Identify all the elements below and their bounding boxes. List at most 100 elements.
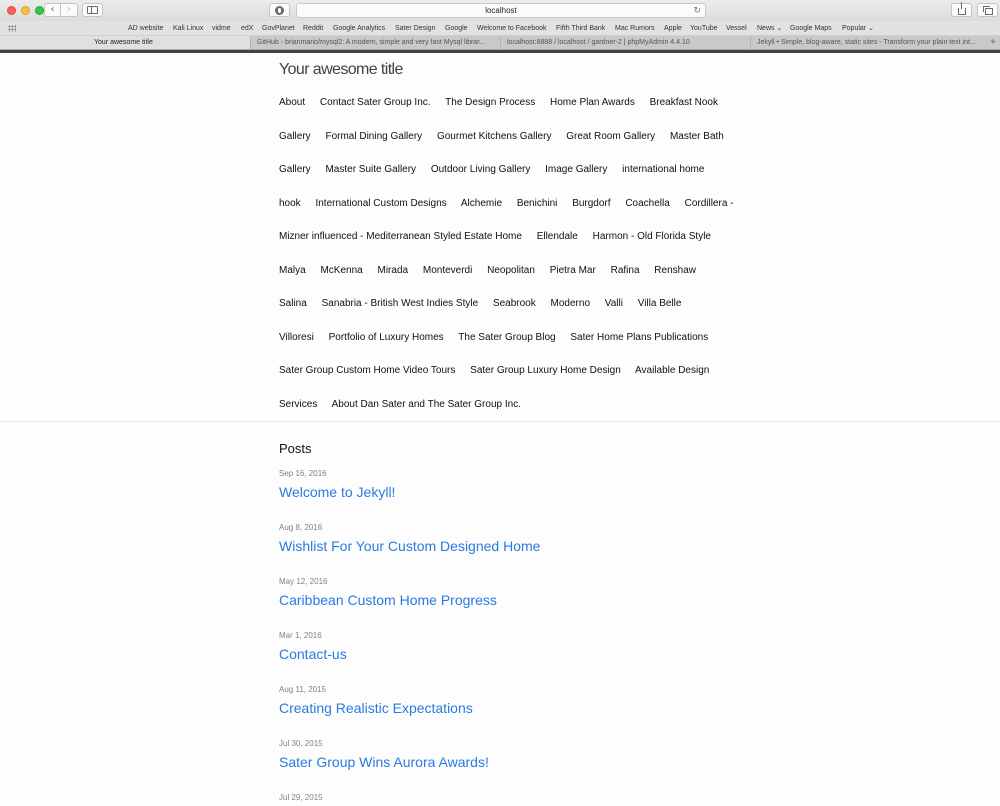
tab-your-awesome-title[interactable]: Your awesome title: [0, 36, 250, 49]
nav-link[interactable]: Ellendale: [537, 231, 578, 242]
bookmark-item[interactable]: Welcome to Facebook: [477, 22, 547, 35]
site-nav: About Contact Sater Group Inc. The Desig…: [279, 86, 739, 421]
post-title-link[interactable]: Sater Group Wins Aurora Awards!: [279, 752, 739, 772]
nav-link[interactable]: Mirada: [378, 265, 409, 276]
close-window-button[interactable]: [7, 6, 16, 15]
post-date: Aug 8, 2016: [279, 523, 323, 532]
nav-link[interactable]: Monteverdi: [423, 265, 472, 276]
site-title-link[interactable]: Your awesome title: [279, 61, 403, 79]
reload-icon[interactable]: ↻: [693, 5, 701, 18]
show-all-tabs-button[interactable]: [977, 3, 998, 17]
nav-link[interactable]: Great Room Gallery: [566, 131, 655, 142]
nav-link[interactable]: Master Suite Gallery: [325, 164, 416, 175]
bookmark-item[interactable]: Google Analytics: [333, 22, 385, 35]
privacy-button[interactable]: [269, 3, 290, 17]
post-title-link[interactable]: Wishlist For Your Custom Designed Home: [279, 536, 739, 556]
nav-link[interactable]: Contact Sater Group Inc.: [320, 97, 431, 108]
nav-link[interactable]: Formal Dining Gallery: [325, 131, 422, 142]
nav-link[interactable]: Outdoor Living Gallery: [431, 164, 531, 175]
nav-link[interactable]: Portfolio of Luxury Homes: [329, 332, 444, 343]
nav-link[interactable]: Rafina: [611, 265, 640, 276]
post-title-link[interactable]: Contact-us: [279, 644, 739, 664]
nav-link[interactable]: Seabrook: [493, 298, 536, 309]
nav-link[interactable]: Villoresi: [279, 332, 314, 343]
browser-toolbar: ‹ › localhost ↻: [0, 0, 1000, 21]
nav-link[interactable]: Burgdorf: [572, 198, 610, 209]
nav-link[interactable]: Salina: [279, 298, 307, 309]
zoom-window-button[interactable]: [35, 6, 44, 15]
bookmark-item[interactable]: Apple: [664, 22, 682, 35]
back-button[interactable]: ‹: [44, 3, 61, 17]
nav-link[interactable]: Moderno: [551, 298, 590, 309]
nav-link[interactable]: Gourmet Kitchens Gallery: [437, 131, 552, 142]
post-list-item: Aug 8, 2016 Wishlist For Your Custom Des…: [279, 523, 739, 556]
bookmark-item[interactable]: GovPlanet: [262, 22, 295, 35]
bookmark-item[interactable]: AD website: [128, 22, 163, 35]
nav-link[interactable]: Home Plan Awards: [550, 97, 635, 108]
nav-link[interactable]: Villa Belle: [638, 298, 682, 309]
post-title-link[interactable]: Welcome to Jekyll!: [279, 482, 739, 502]
chevron-left-icon: ‹: [50, 4, 55, 15]
bookmark-item[interactable]: Vessel: [726, 22, 747, 35]
nav-link[interactable]: Benichini: [517, 198, 558, 209]
posts-heading: Posts: [279, 441, 312, 456]
post-list-item: Mar 1, 2016 Contact-us: [279, 631, 739, 664]
address-bar[interactable]: localhost ↻: [296, 3, 706, 18]
bookmark-item[interactable]: vidme: [212, 22, 231, 35]
nav-link[interactable]: International Custom Designs: [315, 198, 446, 209]
post-title-link[interactable]: Creating Realistic Expectations: [279, 698, 739, 718]
bookmarks-bar: AD website Kali Linux vidme edX GovPlane…: [0, 21, 1000, 36]
post-list-item: Sep 16, 2016 Welcome to Jekyll!: [279, 469, 739, 502]
nav-link[interactable]: Sater Group Luxury Home Design: [470, 365, 621, 376]
nav-link[interactable]: Coachella: [625, 198, 669, 209]
nav-link[interactable]: The Design Process: [445, 97, 535, 108]
nav-link[interactable]: Alchemie: [461, 198, 502, 209]
tab-phpmyadmin[interactable]: localhost:8888 / localhost / gardner-2 |…: [500, 36, 750, 49]
bookmark-item[interactable]: Google: [445, 22, 468, 35]
post-title-link[interactable]: Caribbean Custom Home Progress: [279, 590, 739, 610]
nav-link[interactable]: About Dan Sater and The Sater Group Inc.: [332, 399, 521, 410]
nav-link[interactable]: Image Gallery: [545, 164, 607, 175]
post-date: Jul 30, 2015: [279, 739, 323, 748]
nav-link[interactable]: Sanabria - British West Indies Style: [322, 298, 479, 309]
nav-link[interactable]: Neopolitan: [487, 265, 535, 276]
history-buttons: ‹ ›: [44, 3, 78, 17]
nav-link[interactable]: Valli: [605, 298, 623, 309]
bookmark-item[interactable]: Kali Linux: [173, 22, 203, 35]
bookmark-item[interactable]: Sater Design: [395, 22, 435, 35]
tab-jekyll[interactable]: Jekyll • Simple, blog-aware, static site…: [750, 36, 986, 49]
nav-link[interactable]: Renshaw: [654, 265, 696, 276]
nav-link[interactable]: Sater Home Plans Publications: [570, 332, 708, 343]
nav-link[interactable]: McKenna: [320, 265, 362, 276]
bookmark-item[interactable]: YouTube: [690, 22, 718, 35]
nav-link[interactable]: Harmon - Old Florida Style: [593, 231, 711, 242]
nav-link[interactable]: About: [279, 97, 305, 108]
bookmark-item[interactable]: Reddit: [303, 22, 323, 35]
nav-link[interactable]: Sater Group Custom Home Video Tours: [279, 365, 455, 376]
nav-link[interactable]: The Sater Group Blog: [458, 332, 555, 343]
top-sites-grid-icon[interactable]: [8, 25, 16, 32]
share-icon: [957, 1, 966, 15]
chevron-right-icon: ›: [67, 4, 71, 15]
post-date: May 12, 2016: [279, 577, 328, 586]
post-date: Sep 16, 2016: [279, 469, 327, 478]
nav-link[interactable]: Pietra Mar: [550, 265, 596, 276]
bookmark-folder-popular[interactable]: Popular ⌄: [842, 22, 874, 35]
bookmark-item[interactable]: edX: [241, 22, 253, 35]
bookmark-item[interactable]: Google Maps: [790, 22, 832, 35]
bookmark-item[interactable]: Mac Rumors: [615, 22, 655, 35]
share-button[interactable]: [951, 1, 972, 17]
privacy-icon: [275, 5, 284, 15]
minimize-window-button[interactable]: [21, 6, 30, 15]
post-list-item: Jul 30, 2015 Sater Group Wins Aurora Awa…: [279, 739, 739, 772]
bookmark-item[interactable]: Fifth Third Bank: [556, 22, 605, 35]
post-list-item: Aug 11, 2015 Creating Realistic Expectat…: [279, 685, 739, 718]
nav-link[interactable]: Malya: [279, 265, 306, 276]
bookmark-folder-news[interactable]: News ⌄: [757, 22, 782, 35]
tab-strip: Your awesome title GitHub - brianmario/m…: [0, 36, 1000, 50]
post-date: Jul 29, 2015: [279, 793, 323, 802]
forward-button[interactable]: ›: [61, 3, 78, 17]
new-tab-button[interactable]: +: [990, 36, 996, 49]
show-sidebar-button[interactable]: [82, 3, 103, 17]
tab-github-mysql2[interactable]: GitHub - brianmario/mysql2: A modern, si…: [250, 36, 500, 49]
